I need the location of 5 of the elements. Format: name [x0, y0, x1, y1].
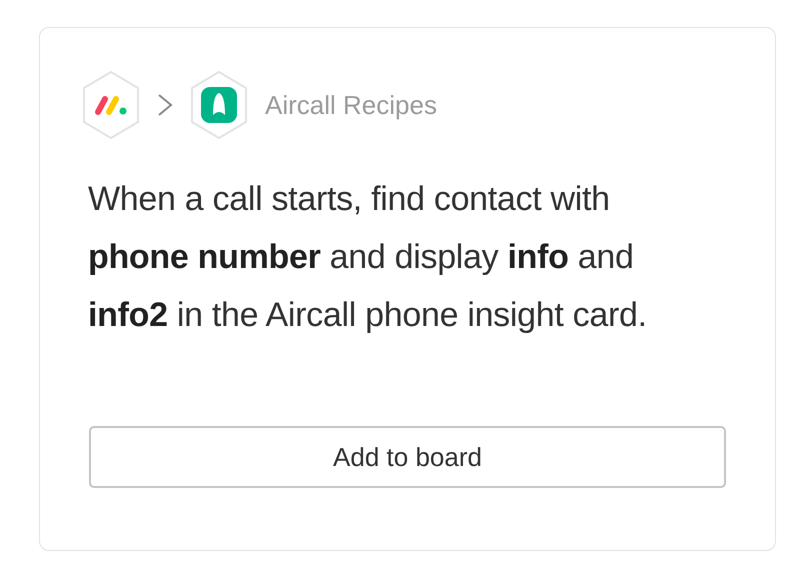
aircall-logo-icon	[189, 70, 249, 140]
monday-logo-icon	[81, 70, 141, 140]
add-to-board-button[interactable]: Add to board	[89, 426, 726, 488]
recipe-description: When a call starts, find contact with phone number and display info and info2 in the Aircall phone insight card.	[88, 179, 648, 336]
breadcrumb-title: Aircall Recipes	[265, 90, 437, 120]
